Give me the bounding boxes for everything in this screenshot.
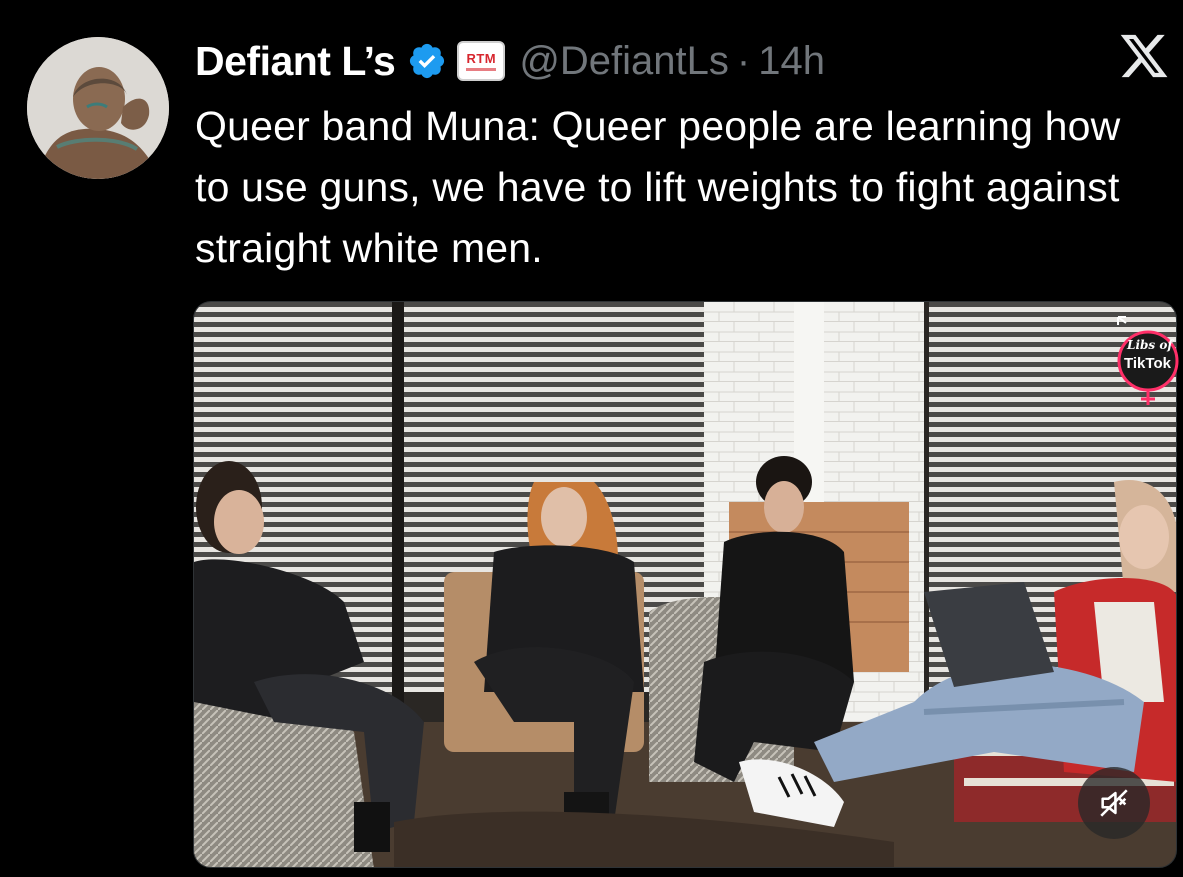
affiliation-badge[interactable]: RTM (457, 41, 506, 81)
affiliation-badge-underline (466, 67, 497, 71)
verified-badge-icon[interactable] (407, 41, 447, 81)
tweet-header: Defiant L’s RTM @DefiantLs · 14h (195, 32, 825, 90)
affiliation-badge-label: RTM (466, 50, 497, 66)
user-handle[interactable]: @DefiantLs (519, 39, 729, 84)
x-logo-icon (1117, 30, 1171, 82)
watermark-line-1: Libs of (1127, 338, 1173, 352)
separator-dot: · (736, 38, 751, 83)
watermark-line-2: TikTok (1124, 355, 1171, 372)
tweet-timestamp[interactable]: 14h (758, 39, 825, 84)
video-frame-image (194, 302, 1176, 867)
tweet-text: Queer band Muna: Queer people are learni… (195, 103, 1121, 271)
avatar-statue-image (27, 37, 169, 179)
tweet-video[interactable] (193, 301, 1177, 868)
volume-muted-icon (1100, 789, 1128, 817)
user-avatar[interactable] (27, 37, 169, 179)
display-name[interactable]: Defiant L’s (195, 38, 396, 85)
mute-toggle-button[interactable] (1078, 767, 1150, 839)
